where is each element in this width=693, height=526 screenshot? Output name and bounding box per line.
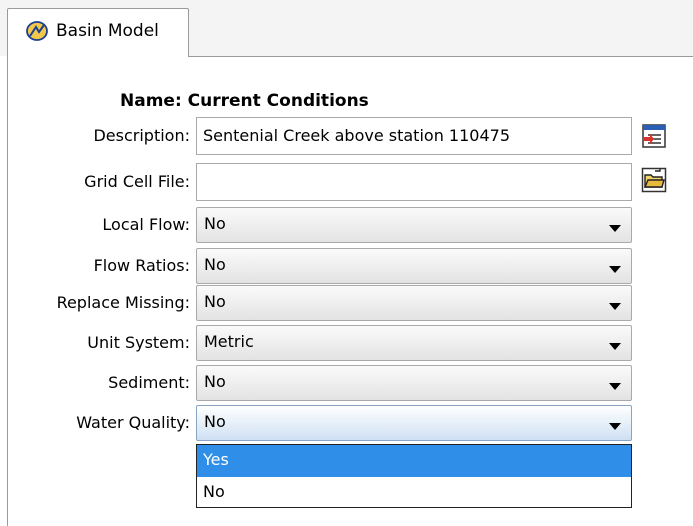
chevron-down-icon [609, 225, 621, 232]
local-flow-value: No [204, 214, 226, 233]
tab-basin-model[interactable]: Basin Model [7, 8, 189, 57]
description-label: Description: [93, 126, 190, 145]
description-field[interactable]: Sentenial Creek above station 110475 [196, 117, 632, 155]
chevron-down-icon [609, 423, 621, 430]
dropdown-option-no[interactable]: No [197, 477, 631, 509]
tab-label: Basin Model [56, 21, 159, 41]
chevron-down-icon [609, 383, 621, 390]
sediment-select[interactable]: No [196, 365, 632, 401]
local-flow-select[interactable]: No [196, 207, 632, 243]
sediment-value: No [204, 372, 226, 391]
chevron-down-icon [609, 303, 621, 310]
replace-missing-label: Replace Missing: [56, 293, 190, 312]
sediment-label: Sediment: [108, 373, 190, 392]
local-flow-label: Local Flow: [102, 215, 190, 234]
unit-system-value: Metric [204, 332, 254, 351]
chevron-down-icon [609, 266, 621, 273]
grid-cell-file-field[interactable] [196, 163, 632, 201]
replace-missing-select[interactable]: No [196, 285, 632, 321]
unit-system-select[interactable]: Metric [196, 325, 632, 361]
basin-name: Name: Current Conditions [120, 91, 369, 111]
water-quality-label: Water Quality: [76, 413, 190, 432]
description-editor-icon[interactable] [641, 123, 667, 149]
water-quality-select[interactable]: No [196, 405, 632, 441]
flow-ratios-value: No [204, 255, 226, 274]
chevron-down-icon [609, 343, 621, 350]
unit-system-label: Unit System: [87, 333, 190, 352]
basin-model-icon [26, 20, 48, 42]
water-quality-value: No [204, 412, 226, 431]
grid-cell-file-label: Grid Cell File: [84, 172, 190, 191]
flow-ratios-select[interactable]: No [196, 248, 632, 284]
dropdown-option-yes[interactable]: Yes [197, 445, 631, 477]
replace-missing-value: No [204, 292, 226, 311]
water-quality-dropdown: Yes No [196, 444, 632, 508]
flow-ratios-label: Flow Ratios: [93, 256, 190, 275]
open-folder-icon[interactable] [641, 167, 667, 193]
